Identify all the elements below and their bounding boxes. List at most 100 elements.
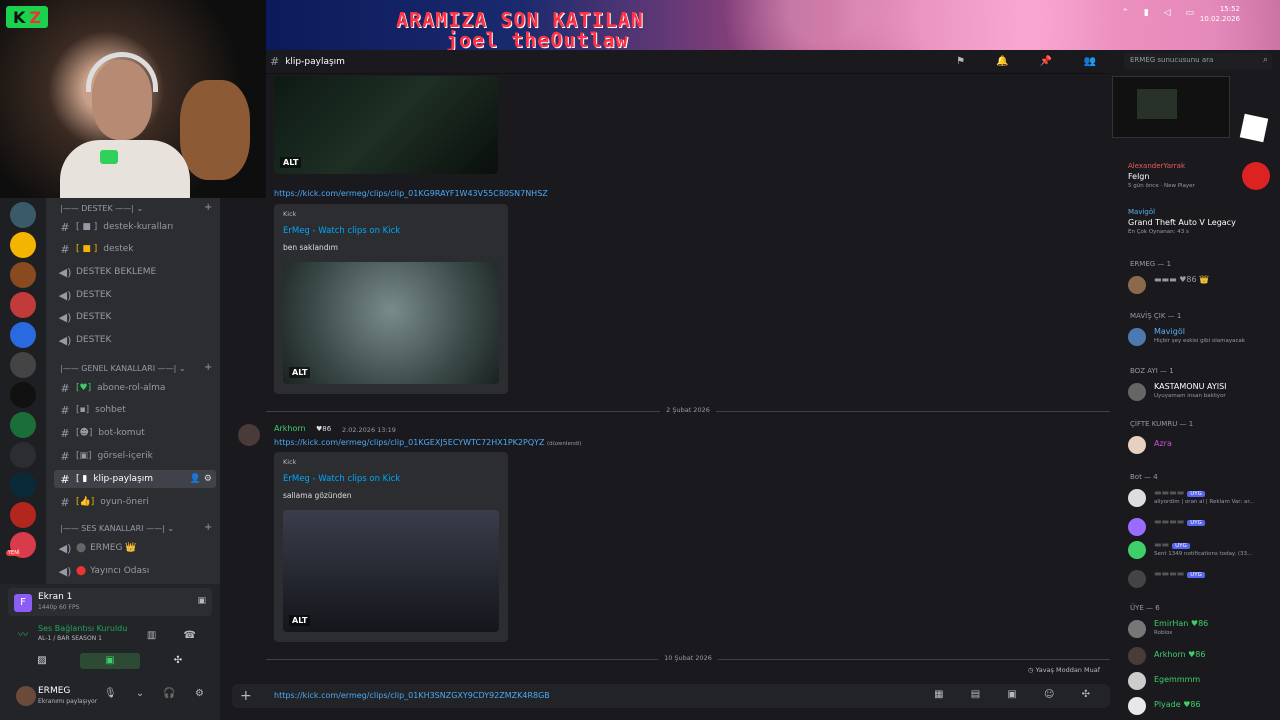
speaker-icon: ◀): [58, 541, 72, 555]
search-input[interactable]: ERMEG sunucusunu ara ⌕: [1124, 53, 1272, 69]
server-icon[interactable]: YENİ: [6, 532, 36, 558]
member-item[interactable]: ▬▬▬ ♥86 👑: [1128, 274, 1278, 296]
member-item[interactable]: ▬▬▬▬ UYG: [1128, 568, 1278, 590]
server-icon[interactable]: [10, 232, 36, 258]
member-group-title: MAVİŞ ÇIK — 1: [1130, 312, 1182, 320]
server-icon[interactable]: [10, 472, 36, 498]
member-item[interactable]: ▬▬▬▬ UYG: [1128, 516, 1278, 538]
server-icon[interactable]: [10, 412, 36, 438]
channel-destek[interactable]: #[ ■ ] destek: [54, 240, 216, 258]
channel-emoji-icon: [ ■ ]: [76, 222, 98, 232]
channel-destek-voice-1[interactable]: ◀) DESTEK: [54, 286, 216, 304]
channel-destek-kurallari[interactable]: #[ ■ ] destek-kuralları: [54, 218, 216, 236]
screen-icon: F: [14, 594, 32, 612]
channel-klip-paylasim[interactable]: #[ ▮ klip-paylaşım 👤 ⚙: [54, 470, 216, 488]
stream-preview[interactable]: [1112, 76, 1230, 138]
channel-bot-komut[interactable]: # [☻] bot-komut: [54, 424, 216, 442]
channel-gorsel-icerik[interactable]: # [▣] görsel-içerik: [54, 447, 216, 465]
server-icon[interactable]: [10, 442, 36, 468]
channel-settings-icon[interactable]: 👤 ⚙: [190, 474, 212, 484]
alt-label[interactable]: ALT: [289, 367, 311, 378]
dot-icon: ⬤: [76, 543, 87, 553]
category-genel[interactable]: |—— GENEL KANALLARI ——| ⌄: [60, 364, 186, 373]
member-item[interactable]: Azra: [1128, 434, 1278, 456]
channel-yayinci-odasi[interactable]: ◀) ⬤ Yayıncı Odası: [54, 562, 216, 580]
channel-ermeg-voice[interactable]: ◀) ⬤ ERMEG 👑: [54, 539, 216, 557]
live-dot-icon: ⬤: [76, 566, 87, 576]
member-item[interactable]: EmirHan ♥86 Roblox: [1128, 618, 1278, 640]
server-icon[interactable]: [10, 292, 36, 318]
channel-destek-bekleme[interactable]: ◀) DESTEK BEKLEME: [54, 263, 216, 281]
add-channel-icon[interactable]: +: [204, 202, 212, 213]
member-group-title: Bot — 4: [1130, 473, 1158, 481]
voice-status[interactable]: Ses Bağlantısı Kuruldu: [38, 624, 127, 633]
link-embed: Kick ErMeg - Watch clips on Kick ben sak…: [274, 204, 508, 394]
header-icons[interactable]: ⚑ 🔔 📌 👥: [956, 56, 1110, 67]
message-link[interactable]: https://kick.com/ermeg/clips/clip_01KG9R…: [274, 189, 548, 198]
message-input[interactable]: https://kick.com/ermeg/clips/clip_01KH3S…: [274, 691, 550, 700]
system-clock: 15:52 10.02.2026: [1199, 5, 1240, 23]
screen-share-button[interactable]: ▣: [80, 653, 140, 669]
embed-image[interactable]: ALT: [283, 510, 499, 632]
server-icon[interactable]: [10, 352, 36, 378]
channel-oyun-oneri[interactable]: # [👍] oyun-öneri: [54, 493, 216, 511]
server-icon[interactable]: [10, 382, 36, 408]
chat-header: # klip-paylaşım ⚑ 🔔 📌 👥: [266, 50, 1110, 74]
avatar: [1128, 620, 1146, 638]
member-group-title: BOZ AYI — 1: [1130, 367, 1174, 375]
alt-label[interactable]: ALT: [280, 157, 302, 168]
category-destek[interactable]: |—— DESTEK ——| ⌄: [60, 204, 143, 213]
stop-share-icon[interactable]: ▣: [197, 596, 206, 606]
member-item[interactable]: Mavigöl Hiçbir şey eskisi gibi olamayaca…: [1128, 326, 1278, 348]
channel-destek-voice-2[interactable]: ◀) DESTEK: [54, 308, 216, 326]
member-activity[interactable]: Mavigöl Grand Theft Auto V Legacy En Çok…: [1128, 208, 1278, 235]
category-ses[interactable]: |—— SES KANALLARI ——| ⌄: [60, 524, 174, 533]
add-attachment-icon[interactable]: +: [240, 688, 252, 704]
avatar[interactable]: [238, 424, 260, 446]
user-controls[interactable]: 🎙 ⌄ 🎧 ⚙: [104, 688, 212, 699]
alt-label[interactable]: ALT: [289, 615, 311, 626]
current-user[interactable]: ERMEG Ekranımı paylaşıyor 🎙 ⌄ 🎧 ⚙: [8, 682, 212, 712]
channel-abone-rol-alma[interactable]: # [♥] abone-rol-alma: [54, 379, 216, 397]
screen-share-card[interactable]: F Ekran 1 1440p 60 FPS ▣: [8, 588, 212, 616]
voice-controls[interactable]: ▥ ☎: [147, 630, 208, 641]
avatar: [1128, 328, 1146, 346]
channel-destek-voice-3[interactable]: ◀) DESTEK: [54, 331, 216, 349]
channel-list: |—— DESTEK ——| ⌄ + #[ ■ ] destek-kurallar…: [46, 198, 220, 584]
add-channel-icon[interactable]: +: [204, 522, 212, 533]
server-icon[interactable]: [10, 202, 36, 228]
hash-icon: #: [60, 426, 70, 440]
member-item[interactable]: KASTAMONU AYISI Uyuyamam insan bakliyor: [1128, 381, 1278, 403]
activities-button[interactable]: ✣: [148, 653, 208, 669]
message-link[interactable]: https://kick.com/ermeg/clips/clip_01KGEX…: [274, 438, 581, 447]
avatar: [1128, 672, 1146, 690]
channel-sohbet[interactable]: # [▪] sohbet: [54, 401, 216, 419]
heart-icon: [♥]: [76, 383, 92, 393]
add-channel-icon[interactable]: +: [204, 362, 212, 373]
server-icon[interactable]: [10, 322, 36, 348]
avatar: [1128, 518, 1146, 536]
embed-image[interactable]: ALT: [283, 262, 499, 384]
speaker-icon: ◀): [58, 288, 72, 302]
username: ERMEG: [38, 686, 71, 696]
member-item[interactable]: Arkhorn ♥86: [1128, 645, 1278, 667]
avatar: [1128, 276, 1146, 294]
embed-title[interactable]: ErMeg - Watch clips on Kick: [283, 474, 400, 484]
member-item[interactable]: Plyade ♥86: [1128, 695, 1278, 717]
message-author[interactable]: Arkhorn: [274, 424, 306, 433]
composer-icons[interactable]: ▦ ▤ ▣ ☺ ✣: [934, 689, 1102, 700]
member-item[interactable]: Egemmmm: [1128, 670, 1278, 692]
embed-title[interactable]: ErMeg - Watch clips on Kick: [283, 226, 400, 236]
speaker-icon: ◀): [58, 265, 72, 279]
clip-thumbnail[interactable]: ALT: [274, 76, 498, 174]
member-list: AlexanderYarrak Felgn 5 gün önce · New P…: [1110, 76, 1280, 720]
member-activity[interactable]: AlexanderYarrak Felgn 5 gün önce · New P…: [1128, 162, 1278, 190]
member-item[interactable]: ▬▬▬▬ UYG aliyordim | oran al | Reklam Var…: [1128, 487, 1278, 509]
server-icon[interactable]: [10, 262, 36, 288]
member-item[interactable]: ▬▬ UYG Sent 1349 notifications today. (33…: [1128, 539, 1278, 561]
message-composer[interactable]: + https://kick.com/ermeg/clips/clip_01KH…: [232, 684, 1110, 708]
camera-off-button[interactable]: ▨: [12, 653, 72, 669]
hash-icon: #: [60, 220, 70, 234]
server-icon[interactable]: [10, 502, 36, 528]
game-icon: [1242, 162, 1270, 190]
